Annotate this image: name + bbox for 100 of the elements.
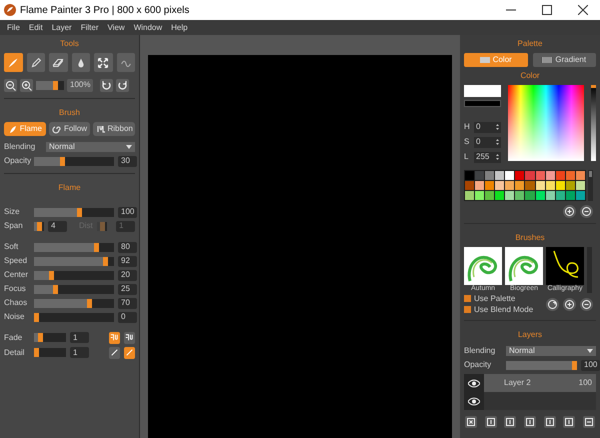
menu-item[interactable]: Layer xyxy=(52,22,72,34)
menu-item[interactable]: Help xyxy=(171,22,188,34)
color-swatch[interactable] xyxy=(505,181,514,190)
rotate-left-icon[interactable] xyxy=(100,78,114,92)
menu-item[interactable]: File xyxy=(7,22,20,34)
color-swatch[interactable] xyxy=(485,191,494,200)
slider[interactable] xyxy=(34,298,114,308)
detail-mode-button[interactable] xyxy=(109,346,120,358)
color-swatch[interactable] xyxy=(495,181,504,190)
slider[interactable] xyxy=(34,333,66,342)
palette-tab[interactable]: Gradient xyxy=(532,53,596,67)
slider[interactable] xyxy=(34,312,114,322)
color-swatch[interactable] xyxy=(515,171,524,180)
color-swatch[interactable] xyxy=(465,171,474,180)
remove-icon[interactable] xyxy=(582,416,595,428)
value-field[interactable]: 4 xyxy=(48,220,67,232)
tool-button[interactable] xyxy=(72,53,90,72)
zoom-in-icon[interactable] xyxy=(20,78,33,92)
remove-icon[interactable] xyxy=(580,205,593,218)
tool-button[interactable] xyxy=(94,53,112,72)
layer-row[interactable]: Layer 2 100 xyxy=(484,374,596,392)
rotate-right-icon[interactable] xyxy=(116,78,130,92)
remove-icon[interactable] xyxy=(580,298,593,310)
checkbox[interactable] xyxy=(464,306,471,313)
refresh-icon[interactable] xyxy=(546,298,559,310)
value-field[interactable]: 20 xyxy=(118,270,137,280)
eye-icon[interactable] xyxy=(468,396,480,406)
color-swatch[interactable] xyxy=(576,191,585,200)
color-swatch[interactable] xyxy=(556,171,565,180)
color-swatch[interactable] xyxy=(485,171,494,180)
color-swatch[interactable] xyxy=(536,191,545,200)
brush-mode-button[interactable]: Follow xyxy=(48,122,90,136)
value-field[interactable]: 100 xyxy=(118,206,137,218)
color-swatch[interactable] xyxy=(566,191,575,200)
color-swatch[interactable] xyxy=(566,171,575,180)
color-swatch[interactable] xyxy=(536,171,545,180)
slider[interactable] xyxy=(34,256,114,266)
color-swatch[interactable] xyxy=(576,181,585,190)
slider[interactable] xyxy=(36,80,64,90)
primary-color-swatch[interactable] xyxy=(464,85,502,97)
slider[interactable] xyxy=(34,348,66,357)
add-icon[interactable] xyxy=(563,205,576,218)
color-swatch[interactable] xyxy=(485,181,494,190)
value-field[interactable]: 0 xyxy=(118,312,137,322)
value-field[interactable]: 30 xyxy=(118,156,137,166)
slider[interactable] xyxy=(34,284,114,294)
color-swatch[interactable] xyxy=(546,171,555,180)
menu-item[interactable]: View xyxy=(107,22,125,34)
menu-item[interactable]: Window xyxy=(134,22,162,34)
tool-button[interactable] xyxy=(116,53,135,72)
color-swatch[interactable] xyxy=(536,181,545,190)
color-swatch[interactable] xyxy=(465,191,474,200)
color-spectrum[interactable] xyxy=(508,85,584,161)
color-swatch[interactable] xyxy=(475,191,484,200)
number-field[interactable]: 0 xyxy=(474,136,502,148)
secondary-color-swatch[interactable] xyxy=(464,100,502,108)
close-icon[interactable] xyxy=(578,5,588,15)
color-swatch[interactable] xyxy=(495,191,504,200)
color-swatch[interactable] xyxy=(525,191,535,200)
color-swatch[interactable] xyxy=(495,171,504,180)
value-field[interactable]: 80 xyxy=(118,242,137,252)
blending-dropdown[interactable]: Normal xyxy=(46,142,135,152)
add-icon[interactable] xyxy=(563,298,576,310)
value-field[interactable]: 25 xyxy=(118,284,137,294)
color-swatch[interactable] xyxy=(566,181,575,190)
number-field[interactable]: 0 xyxy=(474,122,502,132)
value-field[interactable]: 92 xyxy=(118,256,137,266)
color-swatch[interactable] xyxy=(475,181,484,190)
slider[interactable] xyxy=(97,222,107,230)
slider[interactable] xyxy=(34,208,114,216)
fade-mode-button[interactable] xyxy=(109,332,120,344)
color-swatch[interactable] xyxy=(556,181,565,190)
color-swatch[interactable] xyxy=(576,171,585,180)
color-swatch[interactable] xyxy=(505,171,514,180)
slider[interactable] xyxy=(506,360,577,370)
slider[interactable] xyxy=(34,242,114,252)
color-swatch[interactable] xyxy=(515,181,524,190)
color-swatch[interactable] xyxy=(546,191,555,200)
menu-item[interactable]: Filter xyxy=(80,22,98,34)
eye-icon[interactable] xyxy=(468,378,480,388)
tool-button[interactable] xyxy=(49,53,68,72)
blending-dropdown[interactable]: Normal xyxy=(506,346,596,356)
color-swatch[interactable] xyxy=(505,191,514,200)
color-swatch[interactable] xyxy=(546,181,555,190)
value-field[interactable]: 70 xyxy=(118,298,137,308)
slider[interactable] xyxy=(34,222,44,230)
delete-layer-icon[interactable] xyxy=(465,416,477,428)
color-swatch[interactable] xyxy=(475,171,484,180)
slider[interactable] xyxy=(34,270,114,280)
color-swatch[interactable] xyxy=(515,191,524,200)
detail-mode-button[interactable] xyxy=(124,346,135,358)
slider[interactable] xyxy=(34,156,114,166)
lightness-slider[interactable] xyxy=(591,85,596,161)
zoom-reset-button[interactable]: 100% xyxy=(67,78,94,92)
value-field[interactable]: 100 xyxy=(581,360,600,370)
value-field[interactable]: 1 xyxy=(70,332,89,343)
color-swatch[interactable] xyxy=(525,181,535,190)
color-swatch[interactable] xyxy=(525,171,535,180)
menu-item[interactable]: Edit xyxy=(28,22,43,34)
brush-mode-button[interactable]: Ribbon xyxy=(93,122,136,136)
